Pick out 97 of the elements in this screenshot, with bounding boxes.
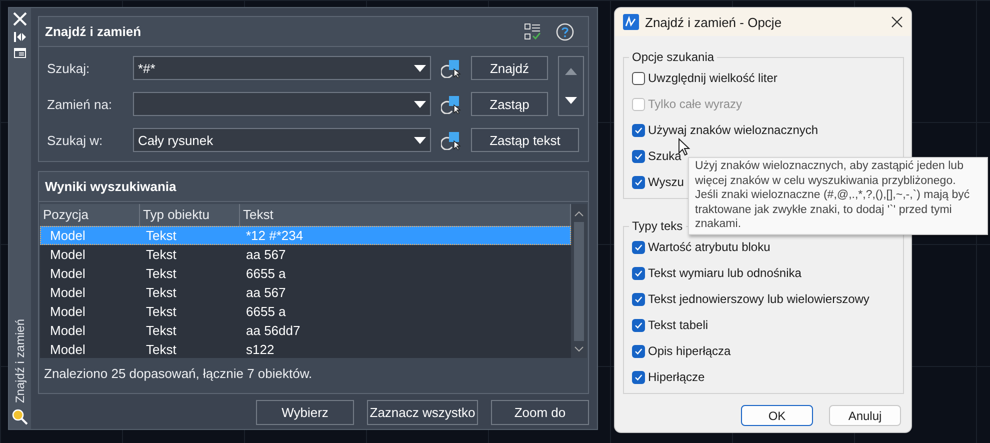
action-button[interactable]: Znajdź	[471, 56, 548, 80]
checkbox-label: Tekst wymiaru lub odnośnika	[648, 266, 802, 280]
checkmark-icon	[634, 152, 643, 160]
checkbox-label: Uwzględnij wielkość liter	[648, 71, 778, 85]
up-arrow-icon[interactable]	[565, 68, 577, 75]
checkbox[interactable]	[632, 292, 645, 306]
group-title: Opcje szukania	[631, 50, 716, 64]
dialog-button[interactable]: Anuluj	[829, 405, 901, 426]
table-cell-text: aa 567	[245, 285, 287, 300]
dialog-title: Znajdź i zamień - Opcje	[645, 14, 783, 30]
scroll-up-icon[interactable]	[574, 210, 584, 218]
table-cell-text: Model	[49, 304, 86, 319]
checkbox[interactable]	[632, 124, 645, 136]
checkmark-icon	[634, 346, 643, 356]
checkbox-label: Tylko całe wyrazy	[648, 97, 742, 111]
checkbox[interactable]	[632, 176, 645, 188]
status-text: Znaleziono 25 dopasowań, łącznie 7 obiektów.	[43, 365, 314, 383]
table-cell-text: 6655 a	[245, 304, 287, 319]
checkmark-icon	[634, 126, 643, 134]
checkmark-icon	[634, 178, 643, 186]
result-row[interactable]: Model Tekst aa 567	[40, 245, 571, 264]
combo-box[interactable]	[133, 92, 431, 116]
action-button[interactable]: Zaznacz wszystko	[367, 400, 478, 425]
table-cell-text: Tekst	[145, 342, 178, 357]
field-label: Szukaj w:	[47, 132, 104, 148]
checkbox-label: Opis hiperłącza	[648, 344, 731, 358]
section-title: Wyniki wyszukiwania	[45, 179, 178, 194]
tooltip: Użyj znaków wieloznacznych, aby zastąpić jeden lub więcej znaków w celu wyszukiwania przybliżonego. Jeśli znaki wieloznaczne (#,@,.,*,?,(),[],~,-,`) mają być traktowane jak zwykłe znaki, to dodaj '`' przed tymi znakami.	[688, 157, 988, 234]
combo-box[interactable]: *#*	[133, 56, 431, 80]
table-cell-text: Model	[49, 247, 86, 262]
table-cell-text: aa 567	[245, 247, 287, 262]
checkbox-label: Wyszu	[648, 175, 684, 189]
checkmark-icon	[634, 242, 643, 252]
checkbox-label: Wartość atrybutu bloku	[648, 240, 770, 254]
collapse-arrows-icon[interactable]	[14, 32, 26, 42]
select-objects-icon[interactable]	[441, 58, 461, 78]
action-button[interactable]: Wybierz	[256, 400, 354, 425]
search-icon[interactable]	[12, 409, 28, 425]
table-cell-text: Tekst	[145, 285, 178, 300]
checkmark-icon	[634, 320, 643, 330]
app-icon	[623, 14, 639, 30]
result-row[interactable]: Model Tekst 6655 a	[40, 302, 571, 321]
action-button[interactable]: Zoom do	[491, 400, 589, 425]
table-cell-text: Tekst	[145, 228, 178, 243]
table-cell-text: *12 #*234	[245, 228, 304, 243]
group-title: Typy teks	[631, 219, 684, 233]
checkbox[interactable]	[632, 344, 645, 358]
table-cell-text: Tekst	[145, 323, 178, 338]
help-icon[interactable]	[556, 22, 574, 40]
table-cell-text: Model	[49, 285, 86, 300]
checkbox[interactable]	[632, 240, 645, 254]
table-cell-text: s122	[245, 342, 276, 357]
checkbox[interactable]	[632, 150, 645, 162]
table-cell-text: Model	[49, 342, 86, 357]
field-label: Zamień na:	[47, 96, 114, 112]
field-label: Szukaj:	[47, 60, 91, 76]
table-cell-text: Model	[49, 323, 86, 338]
panel-icon[interactable]	[14, 48, 26, 58]
scrollbar[interactable]	[571, 204, 587, 358]
result-row[interactable]: Model Tekst aa 56dd7	[40, 321, 571, 340]
table-cell-text: Tekst	[145, 266, 178, 281]
checkbox[interactable]	[632, 370, 645, 384]
dropdown-caret-icon	[414, 64, 426, 72]
checkmark-icon	[634, 372, 643, 382]
result-row[interactable]: Model Tekst 6655 a	[40, 264, 571, 283]
dropdown-caret-icon	[414, 136, 426, 144]
select-objects-icon[interactable]	[441, 94, 461, 114]
dialog-button[interactable]: OK	[741, 405, 813, 426]
checkbox-label: Tekst jednowierszowy lub wielowierszowy	[648, 292, 870, 306]
action-button[interactable]: Zastąp tekst	[471, 128, 579, 152]
checkbox-label: Hiperłącze	[648, 370, 705, 384]
table-cell-text: Model	[49, 228, 86, 243]
scroll-down-icon[interactable]	[574, 345, 584, 353]
table-cell-text: Tekst	[145, 304, 178, 319]
checklist-icon[interactable]	[524, 22, 542, 40]
action-button[interactable]: Zastąp	[471, 92, 548, 116]
result-row[interactable]: Model Tekst s122	[40, 340, 571, 359]
select-objects-icon[interactable]	[441, 130, 461, 150]
table-cell-text: Model	[49, 266, 86, 281]
result-row[interactable]: Model Tekst aa 567	[40, 283, 571, 302]
checkmark-icon	[634, 268, 643, 278]
checkbox[interactable]	[632, 72, 645, 84]
checkbox-label: Tekst tabeli	[648, 318, 708, 332]
section-title: Znajdź i zamień	[45, 24, 142, 39]
table-cell-text: Tekst	[145, 247, 178, 262]
dropdown-caret-icon	[414, 100, 426, 108]
close-icon[interactable]	[891, 16, 903, 28]
table-cell-text: 6655 a	[245, 266, 287, 281]
checkbox[interactable]	[632, 266, 645, 280]
checkmark-icon	[634, 294, 643, 304]
panel-title: Znajdź i zamień	[13, 318, 27, 403]
table-cell-text: aa 56dd7	[245, 323, 302, 338]
combo-box[interactable]: Cały rysunek	[133, 128, 431, 152]
down-arrow-icon[interactable]	[565, 97, 577, 104]
checkbox-label: Używaj znaków wieloznacznych	[648, 123, 818, 137]
checkbox-label: Szuka	[648, 149, 682, 163]
checkbox[interactable]	[632, 318, 645, 332]
